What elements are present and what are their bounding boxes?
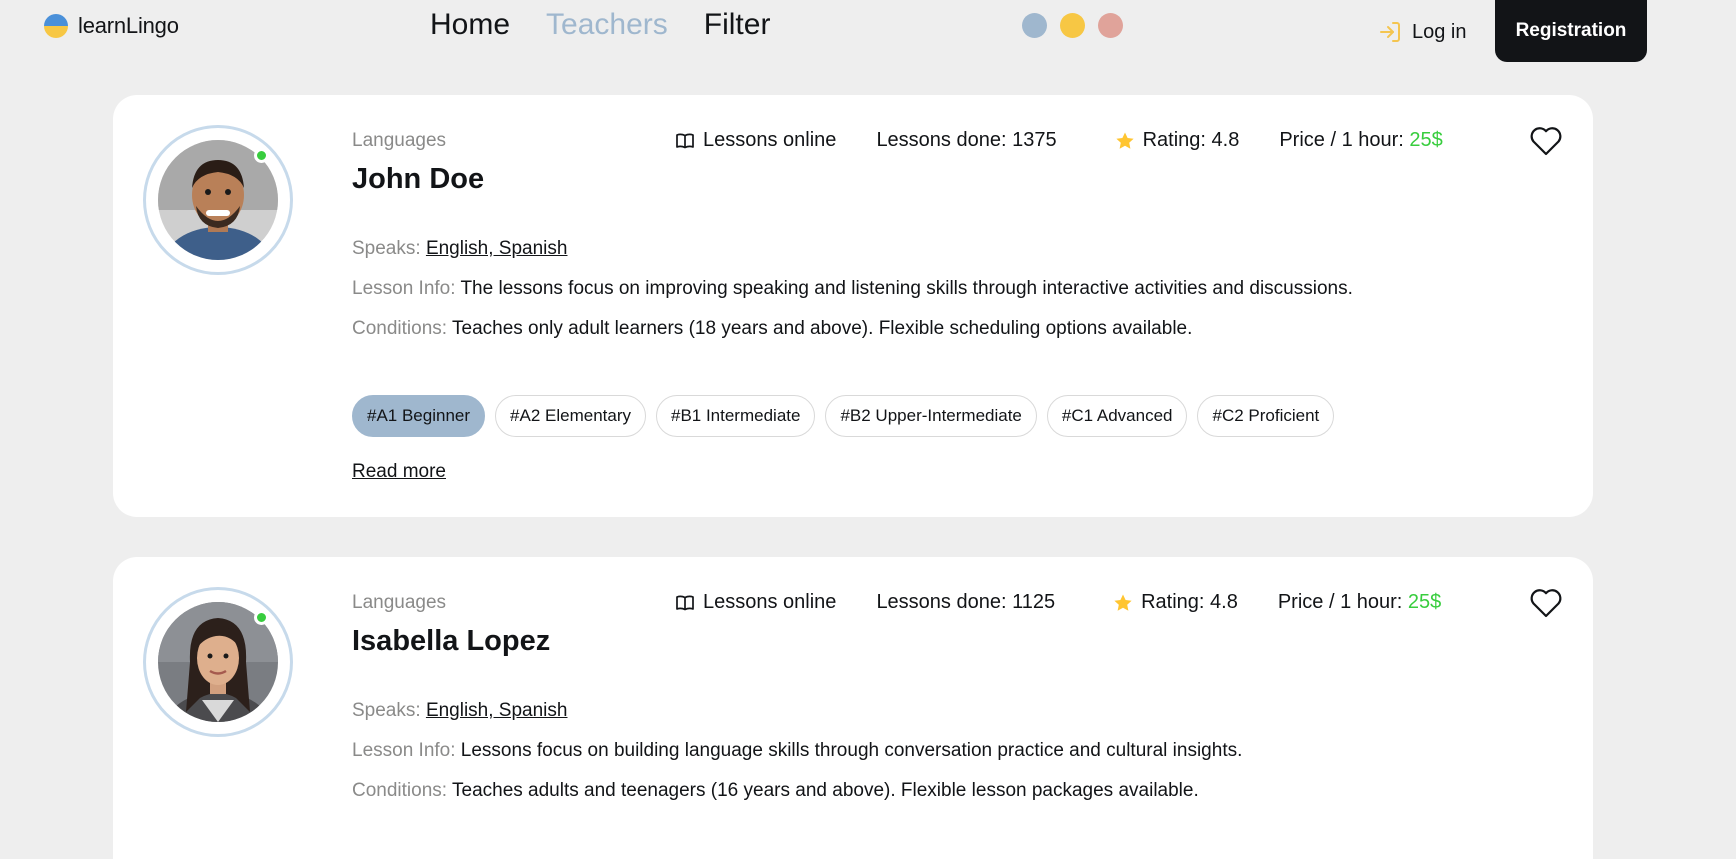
lessons-done-label: Lessons done: 1125 [876,591,1056,613]
online-status-dot [254,610,269,625]
speaks-row: Speaks: English, Spanish [352,238,567,260]
avatar-ring [143,587,293,737]
lesson-info-row: Lesson Info: Lessons focus on building l… [352,740,1242,762]
languages-label: Languages [352,592,447,613]
book-open-icon [676,133,694,148]
rating: Rating: 4.8 [1113,591,1238,614]
lessons-online: Lessons online [675,591,836,614]
avatar-ring [143,125,293,275]
site-header: learnLingo Home Teachers Filter Log in R… [0,0,1736,72]
teacher-stats: Lessons online Lessons done: 1375 Rating… [675,129,1443,152]
theme-switcher [1022,13,1123,38]
heart-icon[interactable] [1529,587,1563,619]
level-tags: #A1 Beginner #A2 Elementary #B1 Intermed… [352,395,1335,437]
lessons-online-label: Lessons online [703,129,837,151]
level-tag[interactable]: #C1 Advanced [1046,395,1188,437]
speaks-value: English, Spanish [425,238,568,259]
read-more-link[interactable]: Read more [352,461,446,483]
nav-teachers[interactable]: Teachers [546,8,668,42]
price-label: Price / 1 hour: [1277,591,1408,613]
conditions-value: Teaches only adult learners (18 years an… [452,318,1193,339]
theme-dot-blue[interactable] [1022,13,1047,38]
star-icon [1115,132,1134,149]
price: Price / 1 hour: 25$ [1278,591,1441,614]
teacher-card: Languages John Doe Lessons online Lesson… [113,95,1593,517]
login-icon [1380,22,1400,42]
conditions-value: Teaches adults and teenagers (16 years a… [452,780,1199,801]
level-tag[interactable]: #A2 Elementary [495,395,646,437]
lesson-info-row: Lesson Info: The lessons focus on improv… [352,278,1353,300]
teacher-name: John Doe [352,163,485,195]
rating: Rating: 4.8 [1115,129,1240,152]
level-tag[interactable]: #B2 Upper-Intermediate [825,395,1037,437]
main-nav: Home Teachers Filter [430,8,770,42]
speaks-label: Speaks: [352,238,426,259]
star-icon [1114,594,1132,611]
price: Price / 1 hour: 25$ [1279,129,1442,152]
languages-label: Languages [352,130,447,151]
conditions-label: Conditions: [352,780,452,801]
teacher-stats: Lessons online Lessons done: 1125 Rating… [675,591,1441,614]
rating-label: Rating: 4.8 [1141,591,1238,613]
teacher-card: Languages Isabella Lopez Lessons online … [113,557,1593,859]
lessons-done: Lessons done: 1125 [876,591,1055,614]
price-label: Price / 1 hour: [1279,129,1410,151]
theme-dot-yellow[interactable] [1060,13,1085,38]
speaks-value: English, Spanish [425,700,568,721]
nav-filter[interactable]: Filter [704,8,771,42]
level-tag[interactable]: #B1 Intermediate [655,395,816,437]
speaks-label: Speaks: [352,700,426,721]
lesson-info-value: The lessons focus on improving speaking … [460,278,1353,299]
online-status-dot [254,148,269,163]
logo-text: learnLingo [78,13,179,38]
conditions-row: Conditions: Teaches adults and teenagers… [352,780,1199,802]
lessons-done: Lessons done: 1375 [876,129,1056,152]
lessons-done-label: Lessons done: 1375 [876,129,1057,151]
lesson-info-label: Lesson Info: [352,278,461,299]
conditions-label: Conditions: [352,318,452,339]
registration-button[interactable]: Registration [1495,0,1647,62]
level-tag[interactable]: #C2 Proficient [1197,395,1335,437]
rating-label: Rating: 4.8 [1142,129,1240,151]
lesson-info-label: Lesson Info: [352,740,461,761]
login-label: Log in [1412,20,1467,43]
lesson-info-value: Lessons focus on building language skill… [460,740,1243,761]
theme-dot-peach[interactable] [1098,13,1123,38]
price-value: 25$ [1407,591,1442,613]
level-tag[interactable]: #A1 Beginner [352,395,486,437]
nav-home[interactable]: Home [430,8,510,42]
conditions-row: Conditions: Teaches only adult learners … [352,318,1192,340]
price-value: 25$ [1409,129,1443,151]
book-open-icon [676,595,694,610]
heart-icon[interactable] [1529,125,1563,157]
logo[interactable]: learnLingo [44,13,179,39]
lessons-online-label: Lessons online [703,591,837,613]
ukraine-flag-icon [44,14,68,38]
login-button[interactable]: Log in [1378,20,1467,44]
teacher-name: Isabella Lopez [352,625,551,657]
lessons-online: Lessons online [675,129,836,152]
speaks-row: Speaks: English, Spanish [352,700,567,722]
